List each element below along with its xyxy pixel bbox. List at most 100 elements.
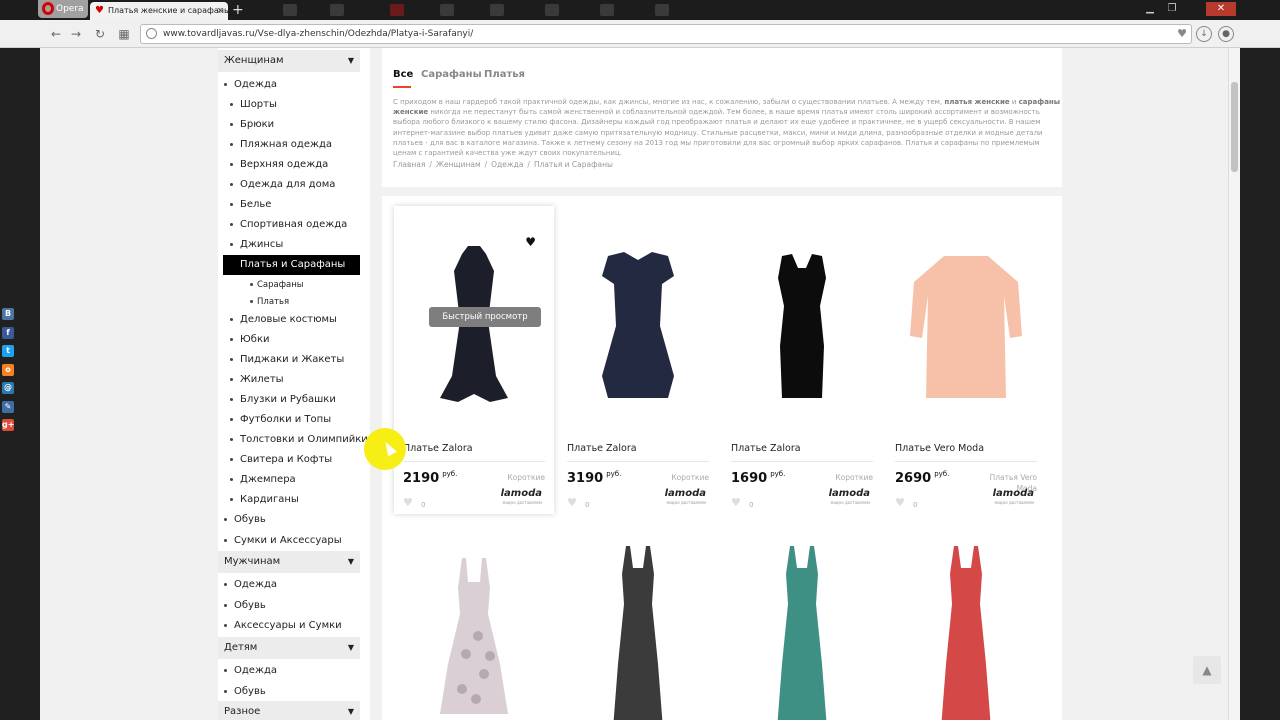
product-card[interactable]: Платье Zalora 3190 руб. Короткие lamoda модно… — [558, 206, 718, 514]
sidebar-item[interactable]: Пляжная одежда — [240, 138, 332, 151]
google-plus-icon[interactable]: g+ — [2, 419, 14, 431]
sidebar-item[interactable]: Деловые костюмы — [240, 313, 337, 326]
category-header-kids[interactable]: Детям ▼ — [218, 637, 360, 659]
speed-dial-thumb-icon[interactable] — [545, 4, 559, 16]
product-category[interactable]: Короткие — [639, 472, 709, 483]
filter-sundresses[interactable]: Сарафаны — [421, 69, 482, 80]
product-image-wrap[interactable] — [742, 226, 862, 426]
product-card[interactable] — [886, 544, 1046, 720]
new-tab-button[interactable]: + — [232, 0, 244, 20]
product-image-wrap[interactable] — [578, 544, 698, 720]
facebook-icon[interactable]: f — [2, 326, 14, 339]
product-card[interactable]: Платье Zalora 2190 руб. Короткие lamoda модно… — [394, 206, 554, 514]
product-category[interactable]: Короткие — [803, 472, 873, 483]
sidebar-item[interactable]: Одежда — [234, 578, 277, 591]
filter-all[interactable]: Все — [393, 69, 413, 80]
sidebar-item[interactable]: Обувь — [234, 685, 266, 698]
speed-dial-thumb-icon[interactable] — [283, 4, 297, 16]
quick-view-button[interactable]: Быстрый просмотр — [429, 307, 541, 327]
opera-menu-button[interactable]: Opera — [38, 0, 88, 18]
store-logo[interactable]: lamoda — [993, 488, 1034, 499]
scrollbar-thumb[interactable] — [1231, 82, 1238, 172]
product-card[interactable] — [394, 544, 554, 720]
category-header-women[interactable]: Женщинам ▼ — [218, 50, 360, 72]
reload-icon[interactable]: ↻ — [92, 26, 108, 42]
product-category[interactable]: Короткие — [475, 472, 545, 483]
heart-icon[interactable]: ♥ — [895, 496, 905, 509]
download-icon[interactable]: ↓ — [1196, 26, 1212, 42]
tab-close-icon[interactable]: × — [216, 2, 224, 20]
product-title[interactable]: Платье Vero Moda — [895, 443, 984, 454]
page-scrollbar[interactable] — [1228, 48, 1240, 720]
account-icon[interactable]: ● — [1218, 26, 1234, 42]
sidebar-item[interactable]: Сумки и Аксессуары — [234, 534, 342, 547]
product-image-wrap[interactable] — [742, 544, 862, 720]
browser-tab-active[interactable]: ♥ Платья женские и сарафаны × — [90, 2, 228, 20]
product-card[interactable]: Платье Zalora 1690 руб. Короткие lamoda модно… — [722, 206, 882, 514]
url-input[interactable]: www.tovardljavas.ru/Vse-dlya-zhenschin/O… — [140, 24, 1192, 44]
sidebar-item[interactable]: Жилеты — [240, 373, 284, 386]
product-image-wrap[interactable] — [414, 544, 534, 720]
sidebar-item[interactable]: Верхняя одежда — [240, 158, 328, 171]
bookmark-heart-icon[interactable]: ♥ — [1177, 25, 1187, 43]
product-image[interactable] — [578, 544, 698, 720]
minimize-icon[interactable]: ▁ — [1140, 2, 1160, 16]
category-header-misc[interactable]: Разное ▼ — [218, 701, 360, 720]
product-card[interactable] — [558, 544, 718, 720]
product-card[interactable]: Платье Vero Moda 2690 руб. Платья Vero Moda… — [886, 206, 1046, 514]
speed-dial-thumb-icon[interactable] — [655, 4, 669, 16]
heart-icon[interactable]: ♥ — [731, 496, 741, 509]
sidebar-item[interactable]: Джемпера — [240, 473, 296, 486]
store-logo[interactable]: lamoda — [501, 488, 542, 499]
speed-dial-thumb-icon[interactable] — [490, 4, 504, 16]
speed-dial-thumb-icon[interactable] — [330, 4, 344, 16]
product-title[interactable]: Платье Zalora — [403, 443, 473, 454]
store-logo[interactable]: lamoda — [829, 488, 870, 499]
speed-dial-grid-icon[interactable]: ▦ — [116, 26, 132, 42]
livejournal-icon[interactable]: ✎ — [2, 400, 14, 413]
restore-icon[interactable]: ❐ — [1162, 2, 1182, 16]
sidebar-subitem[interactable]: Платья — [257, 296, 289, 308]
product-title[interactable]: Платье Zalora — [731, 443, 801, 454]
heart-icon[interactable]: ♥ — [567, 496, 577, 509]
sidebar-item[interactable]: Джинсы — [240, 238, 283, 251]
sidebar-item[interactable]: Одежда — [234, 664, 277, 677]
product-card[interactable] — [722, 544, 882, 720]
product-title[interactable]: Платье Zalora — [567, 443, 637, 454]
sidebar-item[interactable]: Спортивная одежда — [240, 218, 347, 231]
breadcrumb-link[interactable]: Главная — [393, 160, 425, 169]
product-image-wrap[interactable] — [906, 544, 1026, 720]
sidebar-item-dresses-active[interactable]: Платья и Сарафаны — [223, 255, 360, 275]
forward-icon[interactable]: → — [68, 26, 84, 42]
breadcrumb-link[interactable]: Платья и Сарафаны — [534, 160, 613, 169]
sidebar-item[interactable]: Обувь — [234, 513, 266, 526]
product-image[interactable] — [906, 544, 1026, 720]
twitter-icon[interactable]: t — [2, 345, 14, 357]
breadcrumb-link[interactable]: Женщинам — [436, 160, 481, 169]
sidebar-item[interactable]: Кардиганы — [240, 493, 299, 506]
odnoklassniki-icon[interactable]: о — [2, 363, 14, 376]
breadcrumb-link[interactable]: Одежда — [491, 160, 523, 169]
sidebar-item[interactable]: Одежда для дома — [240, 178, 335, 191]
category-header-men[interactable]: Мужчинам ▼ — [218, 551, 360, 573]
mailru-icon[interactable]: @ — [2, 382, 14, 394]
filter-dresses[interactable]: Платья — [484, 69, 525, 80]
sidebar-item[interactable]: Аксессуары и Сумки — [234, 619, 342, 632]
sidebar-item[interactable]: Футболки и Топы — [240, 413, 331, 426]
sidebar-item[interactable]: Толстовки и Олимпийки — [240, 433, 368, 446]
product-image[interactable] — [742, 544, 862, 720]
vk-icon[interactable]: В — [2, 308, 14, 320]
scroll-to-top-button[interactable]: ▲ — [1193, 656, 1221, 684]
sidebar-item[interactable]: Блузки и Рубашки — [240, 393, 336, 406]
speed-dial-thumb-icon[interactable] — [440, 4, 454, 16]
sidebar-item[interactable]: Юбки — [240, 333, 270, 346]
product-image[interactable] — [414, 544, 534, 720]
product-image-wrap[interactable] — [578, 226, 698, 426]
sidebar-item-clothing[interactable]: Одежда — [234, 78, 277, 91]
back-icon[interactable]: ← — [48, 26, 64, 42]
heart-icon[interactable]: ♥ — [525, 235, 536, 249]
product-image[interactable] — [742, 226, 862, 426]
store-logo[interactable]: lamoda — [665, 488, 706, 499]
speed-dial-thumb-icon[interactable] — [390, 4, 404, 16]
sidebar-subitem[interactable]: Сарафаны — [257, 279, 304, 291]
